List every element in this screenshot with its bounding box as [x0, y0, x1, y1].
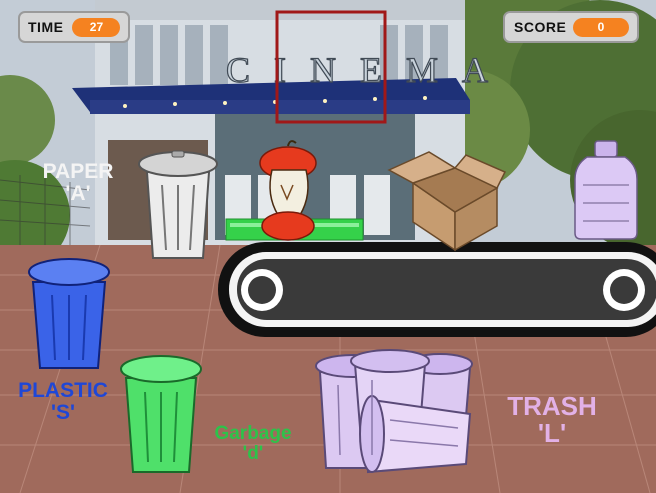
- trash-bins-icon[interactable]: [315, 349, 473, 474]
- garbage-bin-key: 'd': [242, 442, 264, 464]
- trash-bin-label: TRASH 'L': [494, 391, 610, 449]
- score-value: 0: [573, 17, 629, 37]
- plastic-bin-name: PLASTIC: [18, 379, 108, 402]
- plastic-bin-icon[interactable]: [28, 258, 110, 369]
- garbage-bin-label: Garbage 'd': [197, 424, 309, 464]
- score-label: SCORE: [514, 19, 566, 35]
- trash-bin-key: 'L': [537, 418, 567, 449]
- time-label: TIME: [28, 19, 64, 35]
- paper-bin-name: PAPER: [42, 160, 114, 183]
- score-display: SCORE 0: [503, 11, 639, 43]
- trash-bin-name: TRASH: [507, 391, 597, 421]
- paper-bin-label: PAPER 'A': [28, 160, 128, 206]
- plastic-bin-label: PLASTIC 'S': [4, 379, 122, 425]
- garbage-bin-icon[interactable]: [120, 355, 202, 473]
- garbage-bin-name: Garbage: [214, 423, 292, 444]
- paper-bin-key: 'A': [65, 182, 91, 206]
- game-stage[interactable]: CINEMA TIME 27 SCORE 0 PAPER 'A' PLASTIC…: [0, 0, 656, 493]
- time-display: TIME 27: [18, 11, 130, 43]
- plastic-bin-key: 'S': [51, 401, 75, 425]
- cinema-sign: CINEMA: [226, 50, 512, 90]
- conveyor-belt: [218, 242, 656, 337]
- time-value: 27: [72, 17, 121, 37]
